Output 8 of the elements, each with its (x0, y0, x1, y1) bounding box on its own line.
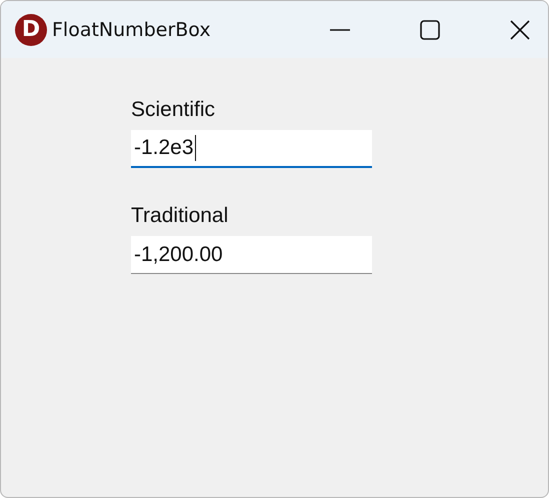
number-field[interactable]: -1,200.00 (131, 236, 372, 274)
maximize-icon[interactable] (420, 20, 440, 40)
window-title: FloatNumberBox (52, 18, 212, 40)
field-label: Traditional (131, 204, 230, 228)
close-icon[interactable] (510, 20, 530, 40)
number-field[interactable]: -1.2e3 (131, 130, 372, 168)
field-label: Scientific (131, 98, 216, 122)
app-logo: D (15, 14, 47, 46)
